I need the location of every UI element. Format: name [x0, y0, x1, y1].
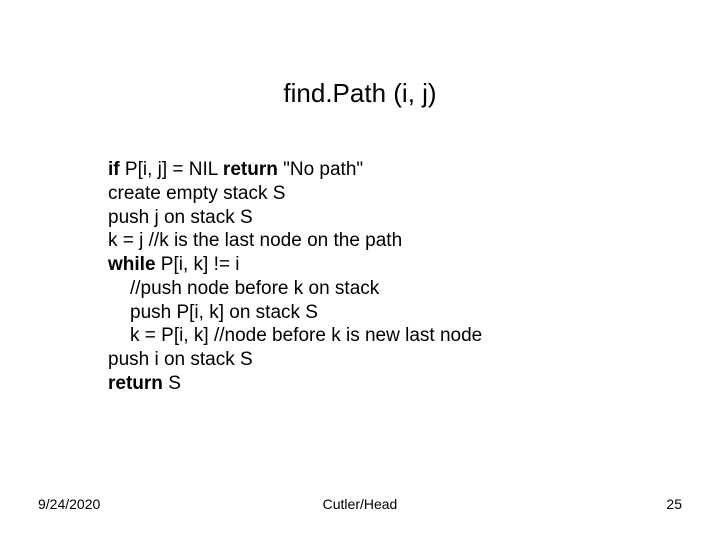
code-line: push j on stack S: [108, 206, 648, 230]
code-segment: push j on stack S: [108, 207, 253, 228]
code-segment: create empty stack S: [108, 183, 285, 204]
code-line: //push node before k on stack: [108, 277, 648, 301]
code-segment: k = P[i, k] //node before k is new last …: [130, 325, 482, 346]
code-segment: while: [108, 254, 161, 275]
code-segment: P[i, k] != i: [161, 254, 240, 275]
code-segment: return: [223, 159, 283, 180]
code-segment: S: [168, 373, 181, 394]
code-line: push P[i, k] on stack S: [108, 301, 648, 325]
code-segment: k = j //k is the last node on the path: [108, 230, 402, 251]
slide: find.Path (i, j) if P[i, j] = NIL return…: [0, 0, 720, 540]
code-line: k = P[i, k] //node before k is new last …: [108, 324, 648, 348]
code-line: return S: [108, 372, 648, 396]
code-segment: "No path": [283, 159, 363, 180]
code-line: while P[i, k] != i: [108, 253, 648, 277]
code-line: push i on stack S: [108, 348, 648, 372]
slide-title: find.Path (i, j): [0, 78, 720, 109]
code-segment: if: [108, 159, 125, 180]
code-segment: push P[i, k] on stack S: [130, 302, 318, 323]
code-segment: return: [108, 373, 168, 394]
footer-center: Cutler/Head: [0, 496, 720, 512]
pseudocode-block: if P[i, j] = NIL return "No path"create …: [108, 158, 648, 396]
code-line: if P[i, j] = NIL return "No path": [108, 158, 648, 182]
code-segment: push i on stack S: [108, 349, 253, 370]
code-line: k = j //k is the last node on the path: [108, 229, 648, 253]
code-line: create empty stack S: [108, 182, 648, 206]
code-segment: P[i, j] = NIL: [125, 159, 223, 180]
footer-page: 25: [666, 496, 682, 512]
code-segment: //push node before k on stack: [130, 278, 379, 299]
